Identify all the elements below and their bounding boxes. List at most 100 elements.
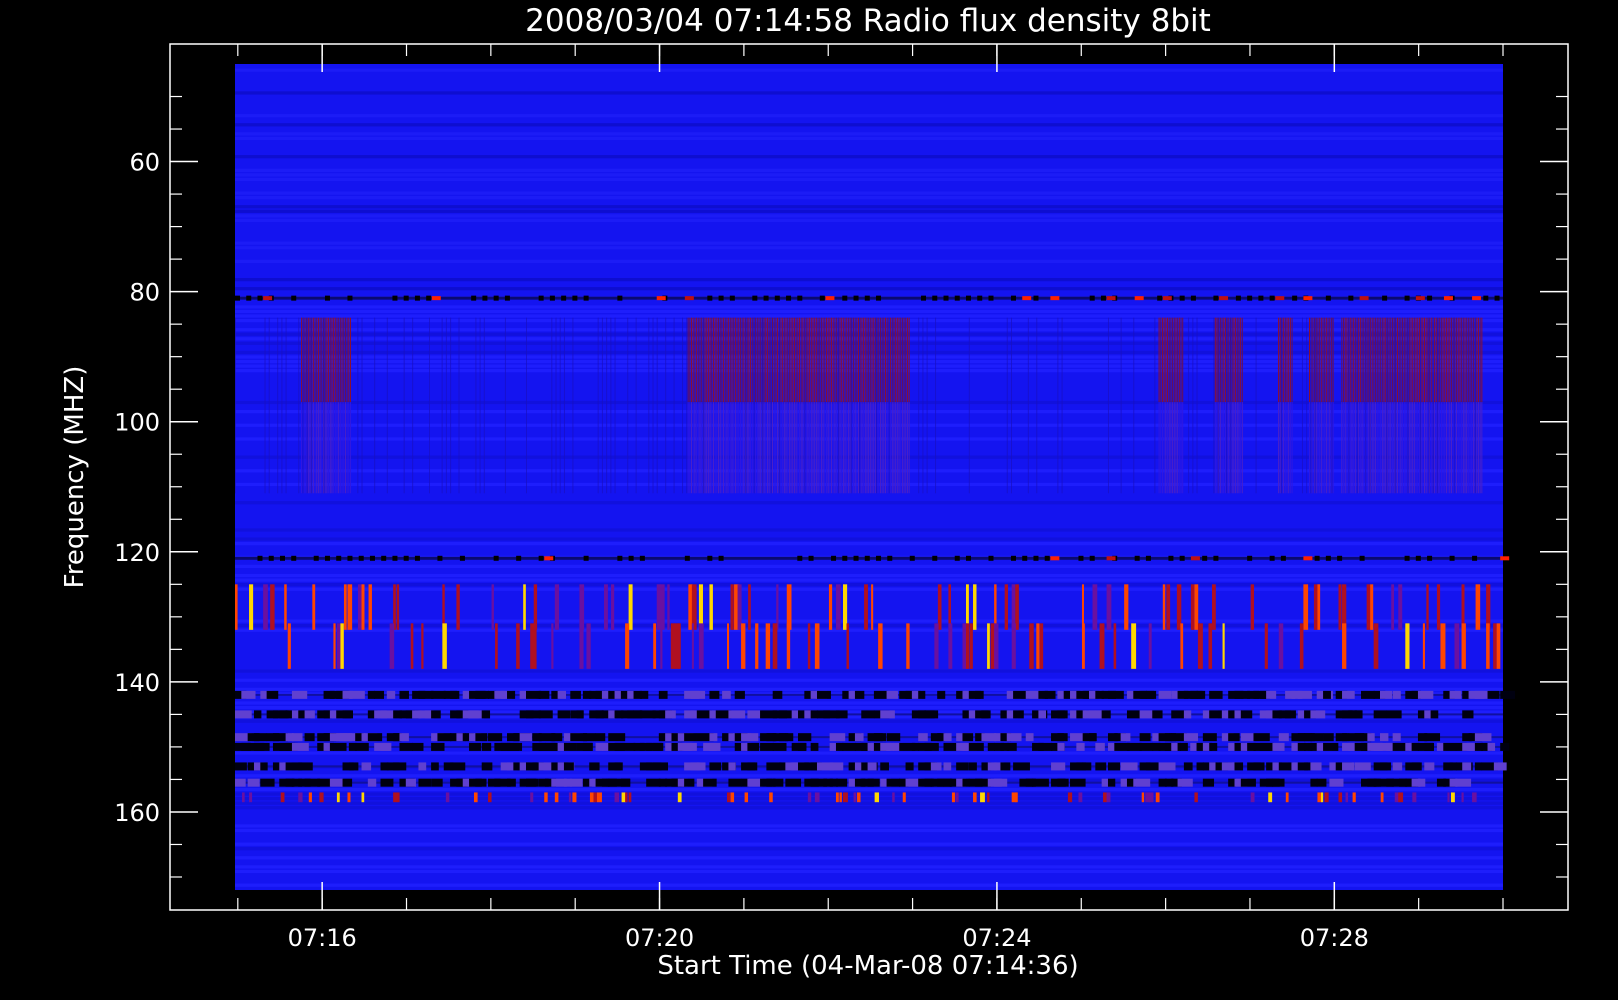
texture-stripe (235, 246, 1503, 250)
burst-streak (973, 792, 977, 803)
interference-stripe (842, 317, 844, 403)
interference-stripe (719, 317, 721, 403)
interference-stripe (1430, 402, 1432, 494)
interference-stripe (812, 402, 814, 494)
dark-block (962, 778, 970, 787)
dark-block (1417, 690, 1434, 699)
dark-block (1145, 690, 1155, 699)
interference-stripe (890, 317, 892, 403)
interference-stripe (798, 402, 800, 494)
burst-streak (814, 792, 820, 803)
band-streak (458, 317, 460, 494)
dark-dot (1348, 295, 1354, 301)
burst-streak (396, 792, 400, 803)
burst-streak (530, 792, 534, 803)
interference-stripe (825, 317, 827, 403)
burst-streak (523, 584, 526, 630)
x-axis-label: Start Time (04-Mar-08 07:14:36) (657, 951, 1078, 981)
interference-stripe (847, 402, 849, 494)
interference-stripe (1165, 402, 1167, 494)
dark-block (1474, 762, 1483, 771)
interference-stripe (317, 317, 319, 403)
band-streak (1107, 317, 1109, 494)
dark-dot (1382, 295, 1388, 301)
burst-streak (1370, 584, 1374, 630)
interference-stripe (852, 402, 854, 494)
burst-streak (994, 623, 999, 669)
dark-block (241, 690, 256, 699)
interference-stripe (704, 317, 706, 403)
burst-streak (1208, 623, 1213, 669)
dark-dot (1145, 555, 1151, 561)
interference-stripe (1366, 317, 1368, 403)
interference-stripe (1241, 317, 1243, 403)
burst-dot (1219, 296, 1229, 301)
burst-streak (786, 623, 791, 669)
dark-block (367, 690, 375, 699)
interference-stripe (1434, 317, 1436, 403)
dark-dot (324, 555, 330, 561)
dark-block (1379, 690, 1393, 699)
burst-streak (1450, 792, 1455, 803)
burst-streak (969, 623, 973, 669)
burst-dot (1190, 556, 1200, 561)
burst-streak (1106, 792, 1111, 803)
interference-stripe (846, 317, 848, 403)
burst-streak (1472, 792, 1477, 803)
dark-block (994, 778, 1008, 787)
dark-block (450, 762, 466, 771)
interference-stripe (827, 317, 829, 403)
dark-dot (786, 295, 792, 301)
interference-stripe (1402, 317, 1404, 403)
interference-stripe (1393, 402, 1395, 494)
dark-block (1449, 690, 1462, 699)
burst-streak (786, 584, 792, 630)
dark-dot (1033, 555, 1039, 561)
interference-stripe (1221, 317, 1223, 403)
interference-stripe (316, 402, 318, 494)
interference-stripe (886, 402, 888, 494)
dark-block (873, 690, 888, 699)
dark-block (317, 778, 331, 787)
dark-block (867, 762, 877, 771)
interference-stripe (1317, 402, 1319, 494)
dark-block (380, 710, 394, 719)
dark-block (235, 762, 247, 771)
spectrogram-chart: 2008/03/04 07:14:58 Radio flux density 8… (0, 0, 1618, 1000)
dark-block (962, 733, 974, 742)
interference-stripe (1223, 317, 1225, 403)
burst-streak (1222, 623, 1225, 669)
interference-stripe (697, 402, 699, 494)
texture-stripe (235, 542, 1503, 546)
interference-stripe (782, 317, 784, 403)
band-streak (1196, 317, 1198, 494)
dark-block (418, 778, 431, 787)
dark-block (1070, 733, 1085, 742)
dark-block (1145, 762, 1159, 771)
dark-block (291, 733, 303, 742)
interference-stripe (701, 402, 703, 494)
burst-streak (393, 792, 398, 803)
dark-block (475, 690, 490, 699)
interference-stripe (1467, 317, 1469, 403)
interference-stripe (301, 317, 303, 403)
texture-stripe (235, 168, 1503, 172)
interference-stripe (1410, 317, 1412, 403)
band-streak (1394, 317, 1396, 494)
interference-stripe (815, 317, 817, 403)
dark-dot (909, 555, 915, 561)
band-streak (504, 317, 506, 494)
dark-block (1379, 733, 1389, 742)
burst-streak (1004, 584, 1008, 630)
interference-stripe (1158, 402, 1160, 494)
burst-streak (948, 584, 951, 630)
interference-stripe (1219, 402, 1221, 494)
interference-stripe (775, 317, 777, 403)
interference-stripe (1315, 402, 1317, 494)
dark-block (772, 778, 784, 787)
interference-stripe (1158, 317, 1160, 403)
burst-streak (1440, 623, 1446, 669)
dark-dot (808, 555, 814, 561)
dark-block (1209, 742, 1218, 751)
dark-dot (414, 555, 420, 561)
